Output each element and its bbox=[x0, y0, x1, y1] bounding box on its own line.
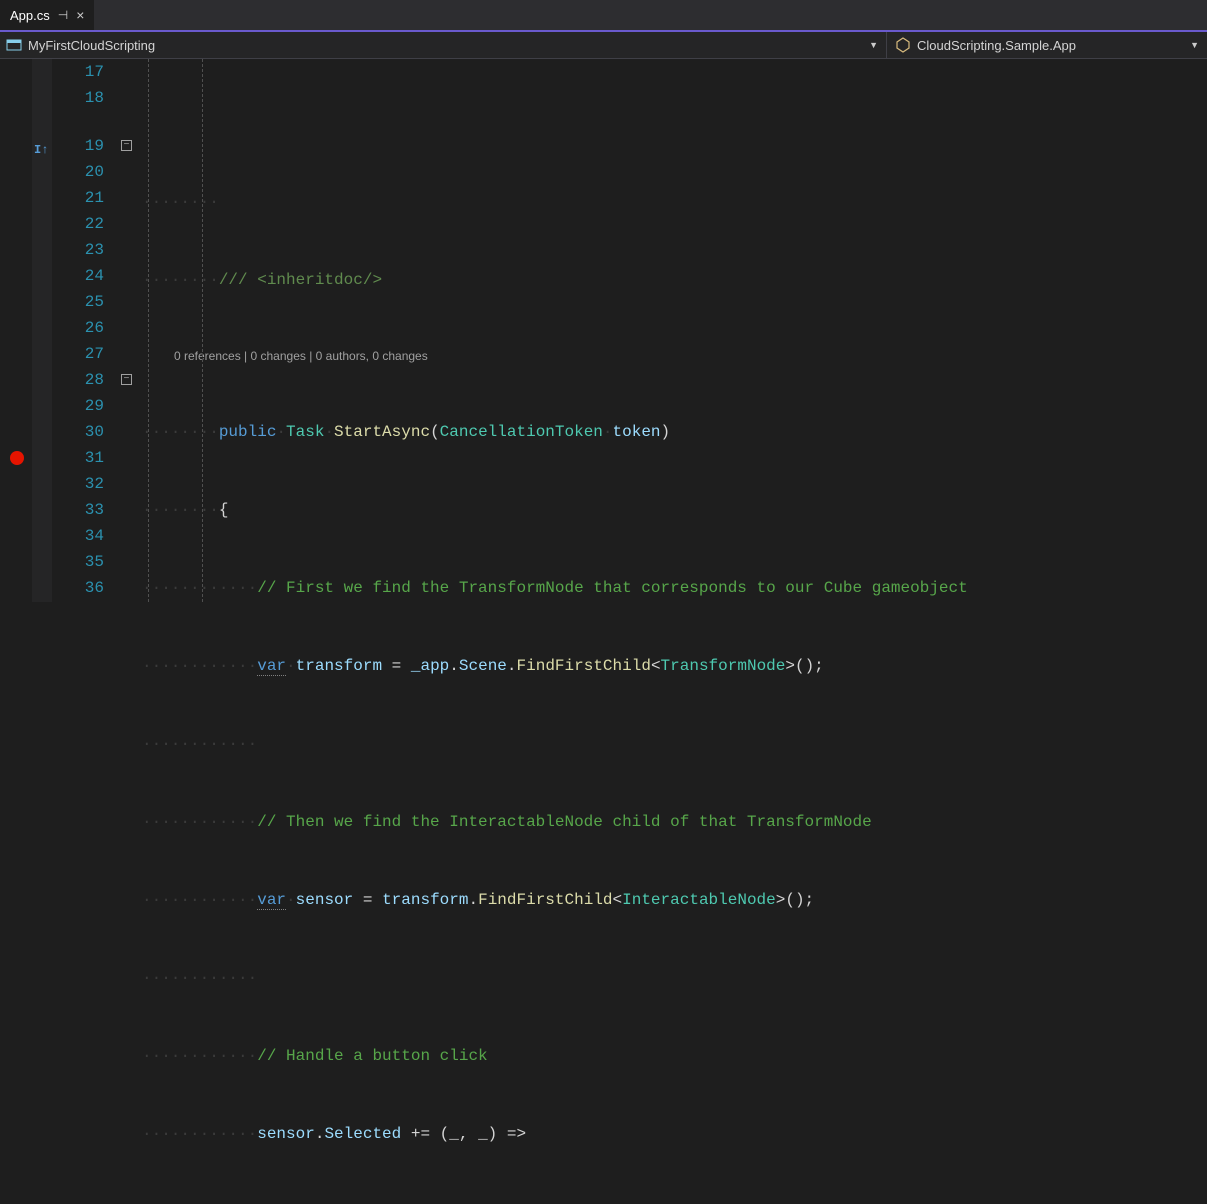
fold-toggle-icon[interactable]: − bbox=[121, 140, 132, 151]
line-number: 30 bbox=[52, 419, 104, 445]
nav-type-label: CloudScripting.Sample.App bbox=[917, 38, 1076, 53]
tab-filename: App.cs bbox=[10, 8, 50, 23]
codelens[interactable]: 0 references | 0 changes | 0 authors, 0 … bbox=[142, 345, 1207, 367]
chevron-down-icon: ▼ bbox=[1190, 40, 1207, 50]
code-line: ············ bbox=[142, 965, 1207, 991]
breakpoint-icon[interactable] bbox=[10, 451, 24, 465]
line-number: 18 bbox=[52, 85, 104, 111]
line-number: 24 bbox=[52, 263, 104, 289]
code-content[interactable]: ········ ········/// <inheritdoc/> 0 ref… bbox=[138, 59, 1207, 602]
line-number: 25 bbox=[52, 289, 104, 315]
nav-scope-dropdown[interactable]: MyFirstCloudScripting ▼ bbox=[0, 32, 887, 58]
close-icon[interactable]: × bbox=[76, 7, 84, 23]
line-number: 22 bbox=[52, 211, 104, 237]
chevron-down-icon: ▼ bbox=[869, 40, 886, 50]
file-tab[interactable]: App.cs ⊣ × bbox=[0, 0, 94, 30]
change-tracking-gutter: I↑ bbox=[32, 59, 52, 602]
code-line: ········{ bbox=[142, 497, 1207, 523]
pin-icon[interactable]: ⊣ bbox=[58, 8, 68, 22]
line-number: 26 bbox=[52, 315, 104, 341]
line-number: 19 bbox=[52, 133, 104, 159]
fold-gutter: − − bbox=[118, 59, 138, 602]
breakpoint-gutter[interactable] bbox=[0, 59, 32, 602]
fold-toggle-icon[interactable]: − bbox=[121, 374, 132, 385]
code-line: ············var·sensor = transform.FindF… bbox=[142, 887, 1207, 913]
nav-type-dropdown[interactable]: CloudScripting.Sample.App ▼ bbox=[887, 32, 1207, 58]
code-line: ········public·Task·StartAsync(Cancellat… bbox=[142, 419, 1207, 445]
nav-scope-label: MyFirstCloudScripting bbox=[28, 38, 155, 53]
line-number: 36 bbox=[52, 575, 104, 601]
line-number-gutter: 17 18 19 20 21 22 23 24 25 26 27 28 29 3… bbox=[52, 59, 118, 602]
line-number: 23 bbox=[52, 237, 104, 263]
change-indicator-icon: I↑ bbox=[34, 137, 48, 163]
line-number: 34 bbox=[52, 523, 104, 549]
code-line: ············ bbox=[142, 731, 1207, 757]
line-number: 32 bbox=[52, 471, 104, 497]
code-line: ············sensor.Selected += (_, _) => bbox=[142, 1121, 1207, 1147]
code-editor[interactable]: I↑ 17 18 19 20 21 22 23 24 25 26 27 28 2… bbox=[0, 59, 1207, 602]
code-line: ············// Then we find the Interact… bbox=[142, 809, 1207, 835]
tab-bar: App.cs ⊣ × bbox=[0, 0, 1207, 32]
code-line: ········/// <inheritdoc/> bbox=[142, 267, 1207, 293]
line-number: 33 bbox=[52, 497, 104, 523]
code-line: ············var·transform = _app.Scene.F… bbox=[142, 653, 1207, 679]
line-number: 27 bbox=[52, 341, 104, 367]
code-line: ············// First we find the Transfo… bbox=[142, 575, 1207, 601]
line-number: 31 bbox=[52, 445, 104, 471]
line-number: 21 bbox=[52, 185, 104, 211]
line-number: 28 bbox=[52, 367, 104, 393]
line-number: 20 bbox=[52, 159, 104, 185]
line-number: 35 bbox=[52, 549, 104, 575]
code-line: ············// Handle a button click bbox=[142, 1043, 1207, 1069]
line-number: 17 bbox=[52, 59, 104, 85]
nav-bar: MyFirstCloudScripting ▼ CloudScripting.S… bbox=[0, 32, 1207, 59]
class-icon bbox=[895, 37, 911, 53]
csharp-project-icon bbox=[6, 37, 22, 53]
line-number: 29 bbox=[52, 393, 104, 419]
indent-guide bbox=[148, 59, 149, 602]
code-line: ········ bbox=[142, 189, 1207, 215]
code-line: ············{ bbox=[142, 1199, 1207, 1204]
indent-guide bbox=[202, 59, 203, 602]
